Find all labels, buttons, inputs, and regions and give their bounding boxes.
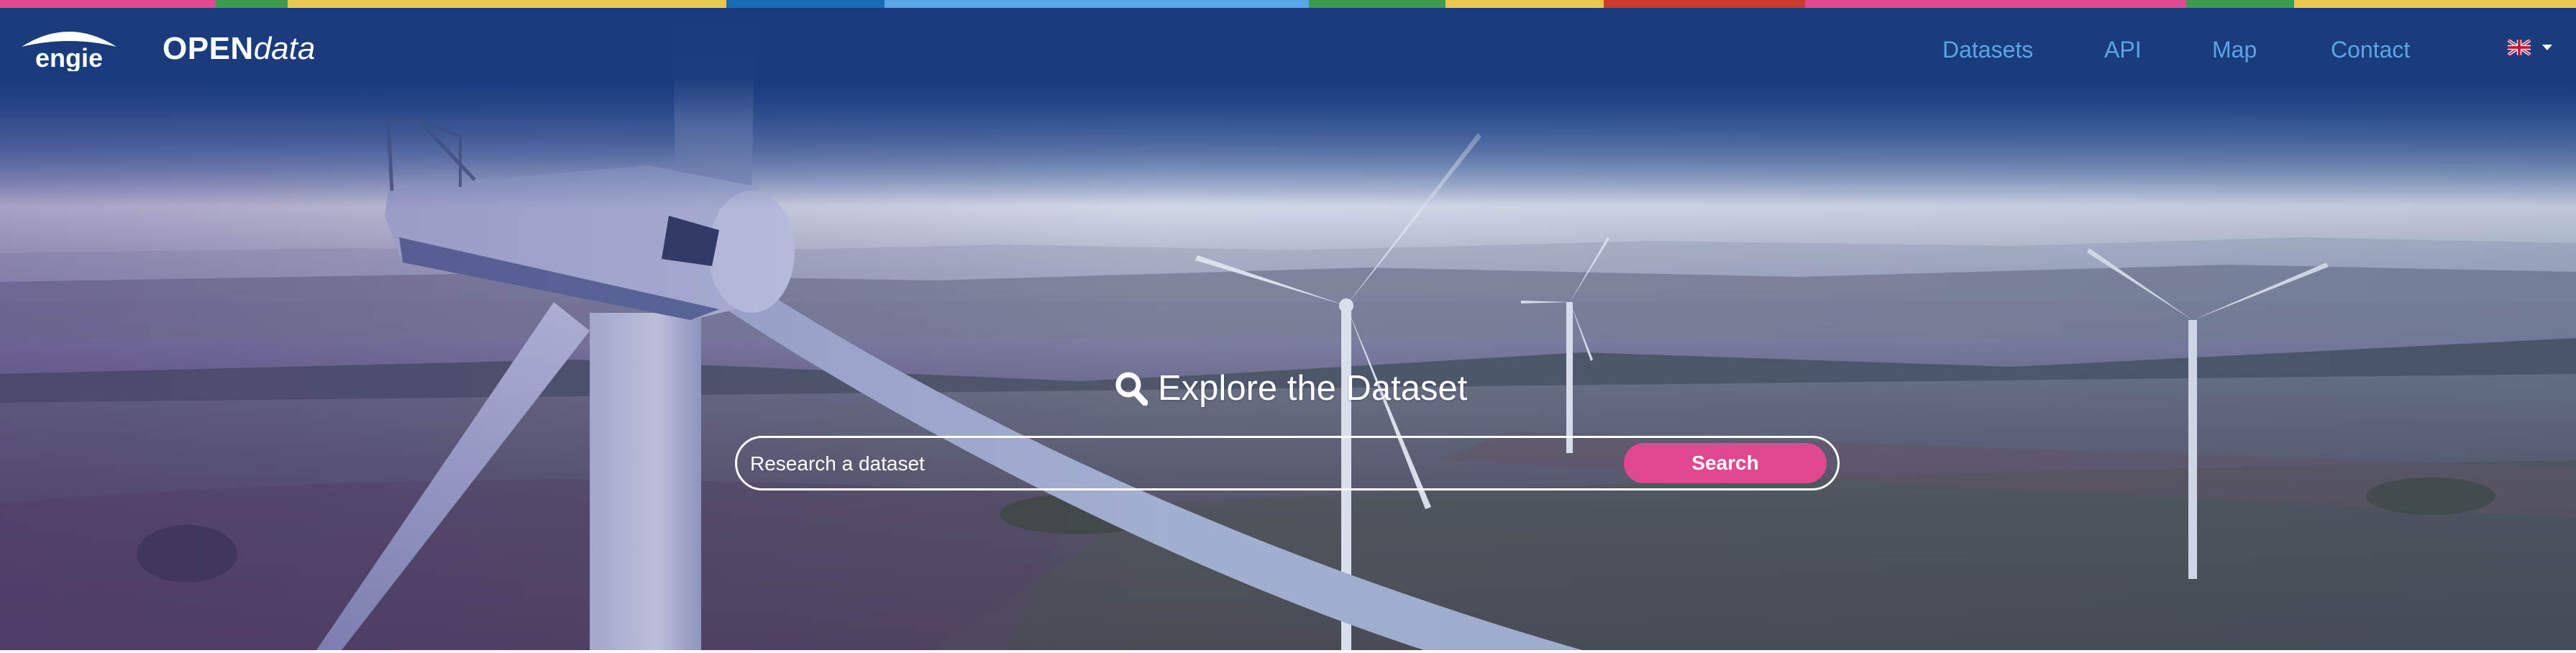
search-icon xyxy=(1115,372,1148,406)
nav-api[interactable]: API xyxy=(2104,37,2142,63)
site-header: engie OPEN data Datasets API Map Contact xyxy=(0,8,2576,91)
opendata-logo-strong: OPEN xyxy=(163,31,254,66)
engie-logo: engie xyxy=(22,32,117,71)
dataset-search-form: Search xyxy=(735,436,1840,490)
opendata-logo-light: data xyxy=(253,31,316,66)
search-button[interactable]: Search xyxy=(1624,443,1827,483)
top-color-stripe xyxy=(0,0,2576,8)
nav-datasets[interactable]: Datasets xyxy=(1942,37,2033,63)
nav-map[interactable]: Map xyxy=(2212,37,2257,63)
chevron-down-icon xyxy=(2542,45,2552,50)
hero-banner xyxy=(0,0,2576,650)
hero-title: Explore the Dataset xyxy=(1115,368,1467,408)
wind-farm-landscape-image xyxy=(0,0,2576,650)
language-selector[interactable] xyxy=(2508,40,2552,55)
hero-bottom-border xyxy=(0,650,2576,653)
hero-title-text: Explore the Dataset xyxy=(1158,369,1468,408)
page: engie OPEN data Datasets API Map Contact … xyxy=(0,0,2576,653)
uk-flag-icon xyxy=(2508,40,2531,55)
dataset-search-input[interactable] xyxy=(749,439,1614,488)
nav-contact[interactable]: Contact xyxy=(2331,37,2410,63)
opendata-logo-link[interactable]: OPEN data xyxy=(163,31,315,67)
svg-text:engie: engie xyxy=(35,43,103,71)
